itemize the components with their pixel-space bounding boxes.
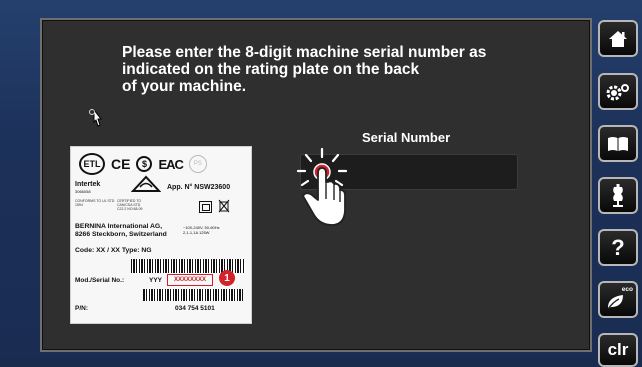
mouse-cursor-icon (88, 108, 104, 128)
book-icon (608, 136, 628, 151)
eco-button[interactable]: eco (598, 281, 638, 318)
guide-button[interactable] (598, 125, 638, 162)
clr-label: clr (607, 340, 629, 359)
home-button[interactable] (598, 20, 638, 57)
rating-plate-image: ETL CE $ EAC PS Intertek 3066058 App. N°… (70, 146, 252, 324)
instruction-line-1: Please enter the 8-digit machine serial … (122, 44, 487, 61)
eac-mark-icon: EAC (158, 156, 183, 172)
pn-value: 034 754 5101 (175, 305, 215, 312)
mod-serial-label: Mod./Serial No.: (75, 277, 125, 284)
voltage-block: ~100-240V, 50-60Hz 2,1-1,1A 125W (183, 225, 220, 235)
touch-hand-icon (292, 145, 356, 229)
question-icon: ? (611, 234, 625, 260)
pn-label: P/N: (75, 305, 88, 312)
serial-prefix: YYY (149, 277, 163, 284)
instruction-text: Please enter the 8-digit machine serial … (122, 44, 512, 95)
settings-button[interactable] (598, 73, 638, 110)
faint-mark-icon: PS (188, 155, 207, 173)
cmim-mark-icon: $ (136, 156, 153, 172)
intertek-label: Intertek 3066058 (75, 181, 101, 194)
certification-marks: ETL CE $ EAC PS (79, 153, 207, 175)
sidebar: ? eco clr (596, 18, 642, 367)
clear-button[interactable]: clr (598, 333, 638, 367)
instruction-line-3: of your machine. (122, 78, 247, 95)
dress-form-icon (613, 183, 623, 207)
barcode-bottom (143, 289, 243, 301)
serial-highlight: XXXXXXXX (167, 274, 213, 286)
serial-number-label: Serial Number (362, 130, 451, 145)
touch-screen: Please enter the 8-digit machine serial … (40, 18, 592, 352)
rcm-mark-icon (131, 175, 161, 192)
instruction-line-2: indicated on the rating plate on the bac… (122, 61, 420, 78)
etl-mark-icon: ETL (79, 153, 105, 175)
intertek-note: CONFORMS TO UL STD 1594 (75, 199, 115, 207)
help-button[interactable]: ? (598, 229, 638, 266)
app-number: App. N° NSW23600 (167, 184, 231, 191)
callout-badge: 1 (219, 270, 235, 286)
code-type: Code: XX / XX Type: NG (75, 247, 152, 254)
weee-bin-icon (218, 199, 230, 213)
tutorial-button[interactable] (598, 177, 638, 214)
double-insulation-icon (199, 201, 212, 213)
ce-mark-icon: CE (111, 156, 131, 172)
home-icon (609, 30, 627, 47)
settings-icon (606, 83, 629, 100)
company-block: BERNINA International AG, 8266 Steckborn… (75, 223, 167, 238)
intertek-note-2: CERTIFIED TO CAN/CSA STD C22.2 NO.68-09 (117, 199, 143, 211)
eco-icon: eco (605, 286, 633, 311)
